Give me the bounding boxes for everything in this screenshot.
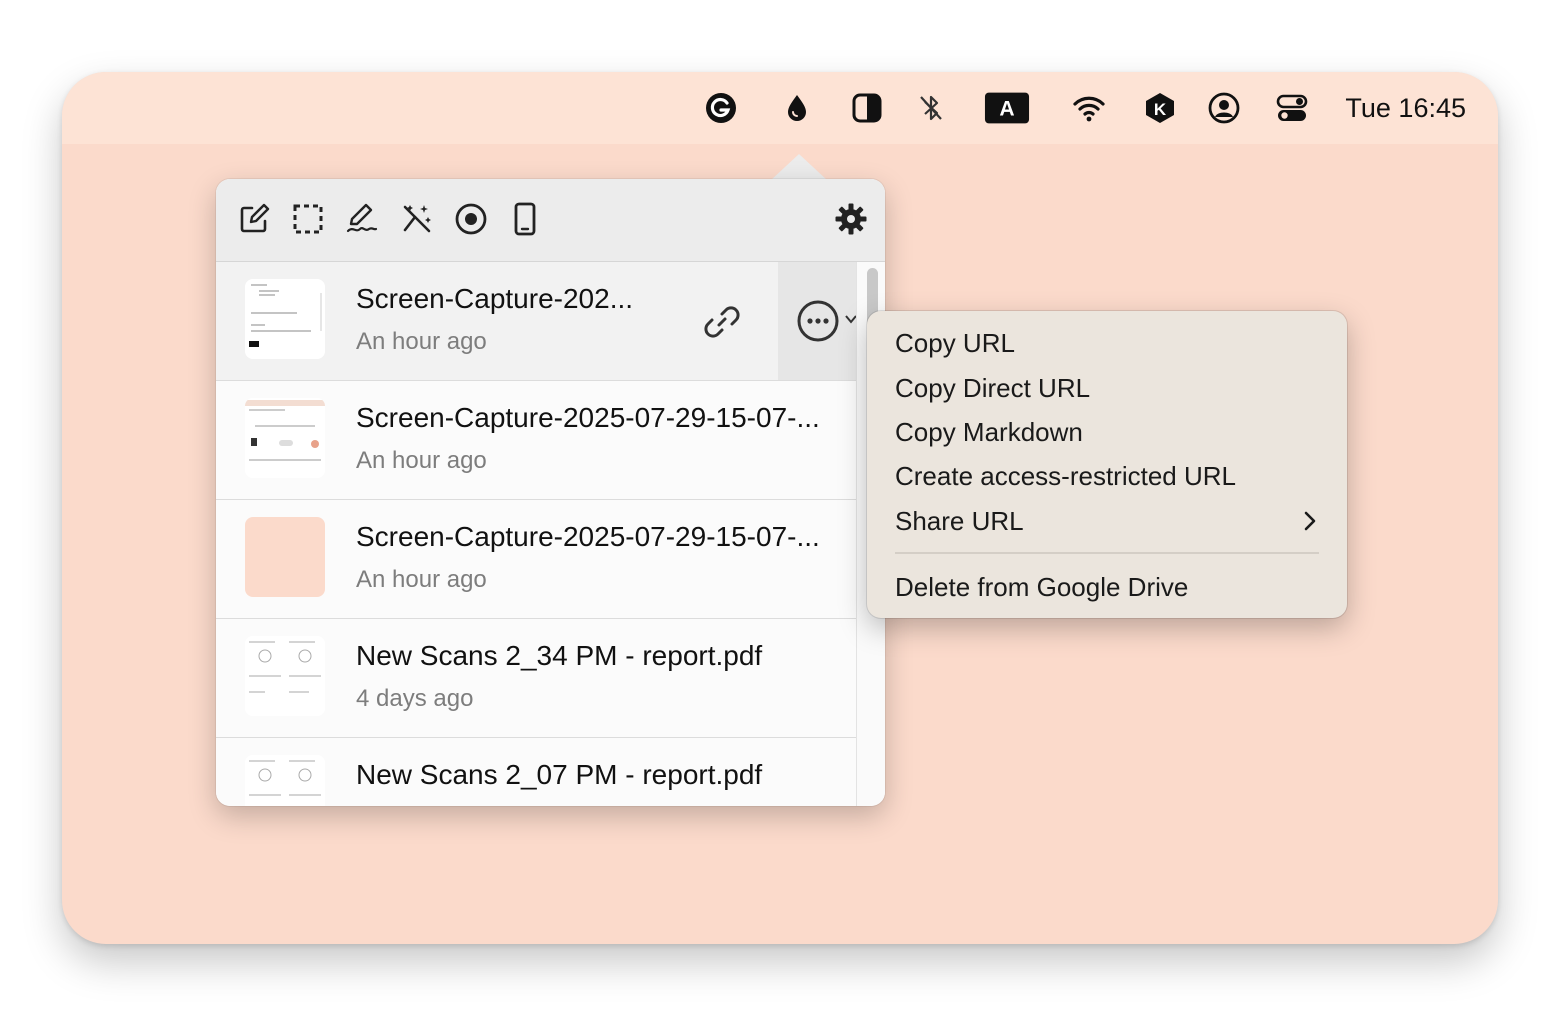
list-item[interactable]: Screen-Capture-2025-07-29-15-07-... An h… bbox=[216, 381, 856, 500]
file-thumbnail bbox=[245, 279, 325, 359]
menu-item-share-url[interactable]: Share URL bbox=[895, 505, 1024, 537]
list-item[interactable]: Screen-Capture-202... An hour ago bbox=[216, 262, 856, 381]
record-icon[interactable] bbox=[453, 201, 489, 237]
chevron-right-icon bbox=[1304, 511, 1316, 531]
drop-icon[interactable] bbox=[779, 90, 815, 126]
cloud-app-popover: Screen-Capture-202... An hour ago Screen… bbox=[216, 179, 885, 806]
more-actions-button[interactable] bbox=[778, 262, 856, 380]
file-name: Screen-Capture-2025-07-29-15-07-... bbox=[356, 521, 820, 552]
keyboard-input-icon[interactable]: A bbox=[983, 90, 1031, 126]
annotate-icon[interactable] bbox=[344, 201, 380, 237]
contrast-icon[interactable] bbox=[849, 90, 885, 126]
menu-bar: A K Tue 16:45 bbox=[62, 72, 1498, 144]
file-thumbnail bbox=[245, 755, 325, 806]
grammarly-icon[interactable] bbox=[703, 90, 739, 126]
file-timestamp: An hour ago bbox=[356, 566, 487, 593]
file-timestamp: An hour ago bbox=[356, 328, 487, 355]
file-list: Screen-Capture-202... An hour ago Screen… bbox=[216, 262, 856, 806]
more-options-icon bbox=[797, 300, 839, 342]
k-app-icon[interactable]: K bbox=[1142, 90, 1178, 126]
input-label: A bbox=[999, 98, 1014, 121]
file-name: New Scans 2_34 PM - report.pdf bbox=[356, 640, 763, 671]
menu-item-create-restricted-url[interactable]: Create access-restricted URL bbox=[895, 460, 1236, 492]
popover-toolbar bbox=[216, 179, 885, 262]
file-name: New Scans 2_07 PM - report.pdf bbox=[356, 759, 763, 790]
list-item[interactable]: New Scans 2_34 PM - report.pdf 4 days ag… bbox=[216, 619, 856, 738]
menu-bar-clock[interactable]: Tue 16:45 bbox=[1345, 90, 1466, 126]
menu-item-delete[interactable]: Delete from Google Drive bbox=[895, 571, 1188, 603]
bluetooth-off-icon[interactable] bbox=[913, 90, 949, 126]
region-select-icon[interactable] bbox=[290, 201, 326, 237]
chevron-down-icon bbox=[845, 315, 856, 324]
menu-item-copy-markdown[interactable]: Copy Markdown bbox=[895, 416, 1083, 448]
file-name: Screen-Capture-202... bbox=[356, 283, 634, 314]
copy-link-icon[interactable] bbox=[700, 300, 744, 344]
menu-divider bbox=[895, 552, 1319, 554]
gear-icon[interactable] bbox=[833, 201, 869, 237]
popover-arrow bbox=[771, 154, 827, 180]
svg-text:K: K bbox=[1154, 100, 1167, 119]
control-center-icon[interactable] bbox=[1274, 90, 1310, 126]
device-icon[interactable] bbox=[507, 201, 543, 237]
file-thumbnail bbox=[245, 398, 325, 478]
file-thumbnail bbox=[245, 636, 325, 716]
magic-wand-icon[interactable] bbox=[399, 201, 435, 237]
edit-icon[interactable] bbox=[236, 201, 272, 237]
list-item[interactable]: New Scans 2_07 PM - report.pdf bbox=[216, 738, 856, 806]
file-context-menu: Copy URL Copy Direct URL Copy Markdown C… bbox=[867, 311, 1347, 618]
list-item[interactable]: Screen-Capture-2025-07-29-15-07-... An h… bbox=[216, 500, 856, 619]
wifi-icon[interactable] bbox=[1071, 90, 1107, 126]
file-name: Screen-Capture-2025-07-29-15-07-... bbox=[356, 402, 820, 433]
user-account-icon[interactable] bbox=[1206, 90, 1242, 126]
file-timestamp: 4 days ago bbox=[356, 685, 474, 712]
menu-item-copy-direct-url[interactable]: Copy Direct URL bbox=[895, 372, 1090, 404]
file-thumbnail bbox=[245, 517, 325, 597]
file-timestamp: An hour ago bbox=[356, 447, 487, 474]
menu-item-copy-url[interactable]: Copy URL bbox=[895, 327, 1015, 359]
